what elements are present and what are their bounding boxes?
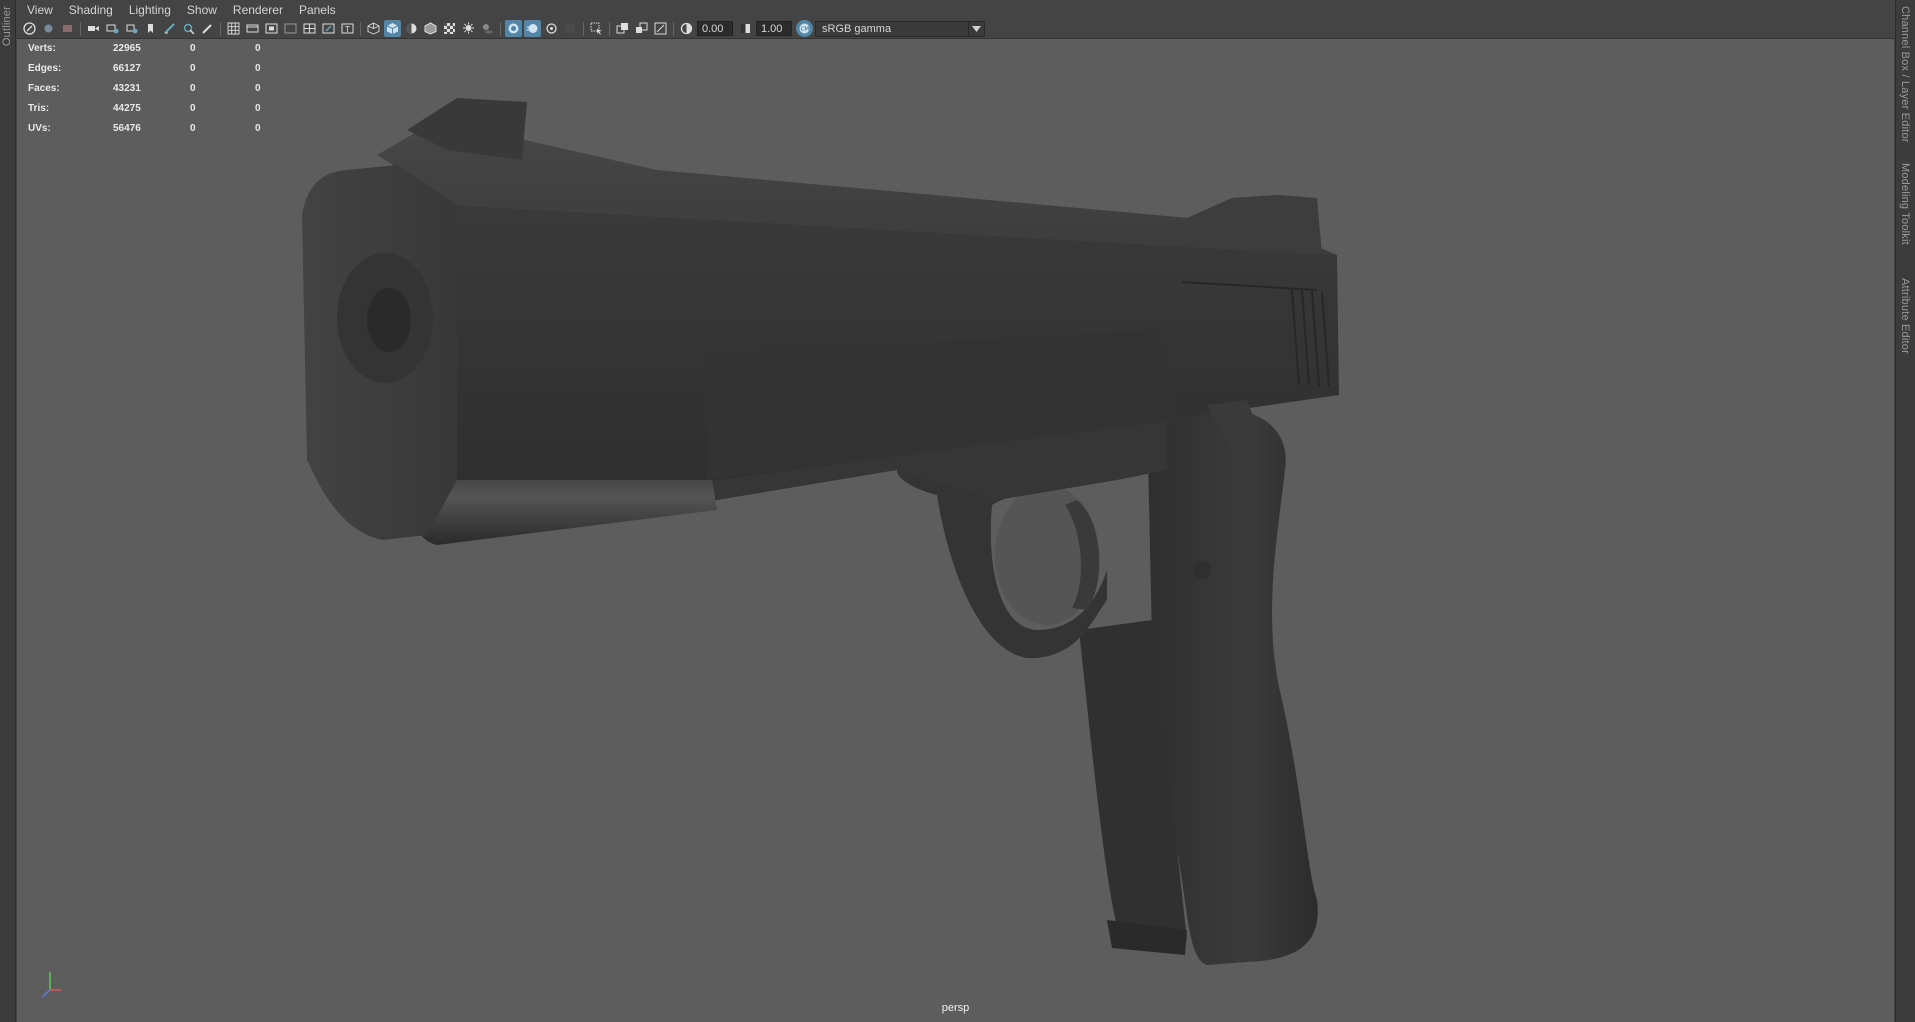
xray-icon[interactable]: [614, 20, 631, 37]
color-management-dropdown[interactable]: sRGB gamma: [815, 20, 985, 37]
shadows-icon[interactable]: [479, 20, 496, 37]
wireframe-icon[interactable]: [365, 20, 382, 37]
screen-space-ao-icon[interactable]: [505, 20, 522, 37]
xray-active-components-icon[interactable]: [633, 20, 650, 37]
motion-blur-icon[interactable]: [524, 20, 541, 37]
menu-show[interactable]: Show: [187, 3, 217, 17]
channel-box-tab[interactable]: Channel Box / Layer Editor: [1899, 6, 1911, 143]
camera-name-label: persp: [941, 1002, 970, 1014]
all-lights-icon[interactable]: [460, 20, 477, 37]
paint-icon[interactable]: [199, 20, 216, 37]
bookmark-camera-icon[interactable]: [123, 20, 140, 37]
toolbar-separator: [673, 21, 674, 36]
exposure-icon[interactable]: [678, 20, 695, 37]
gamma-icon[interactable]: [737, 20, 754, 37]
attribute-editor-tab[interactable]: Attribute Editor: [1899, 278, 1911, 354]
color-management-value: sRGB gamma: [822, 22, 892, 35]
select-camera-icon[interactable]: [21, 20, 38, 37]
pistol-model[interactable]: [302, 98, 1339, 965]
menu-renderer[interactable]: Renderer: [233, 3, 283, 17]
grease-pencil-icon[interactable]: [161, 20, 178, 37]
camera-attributes-icon[interactable]: [59, 20, 76, 37]
bookmark-icon[interactable]: [142, 20, 159, 37]
muzzle-bore: [367, 288, 411, 352]
field-chart-icon[interactable]: [301, 20, 318, 37]
textured-icon[interactable]: [441, 20, 458, 37]
menu-lighting[interactable]: Lighting: [129, 3, 171, 17]
outliner-tab[interactable]: Outliner: [1, 6, 13, 46]
grid-icon[interactable]: [225, 20, 242, 37]
panel-menubar: View Shading Lighting Show Renderer Pane…: [17, 0, 1894, 19]
takedown-pin: [1193, 561, 1211, 579]
default-material-icon[interactable]: [403, 20, 420, 37]
viewport-panel: View Shading Lighting Show Renderer Pane…: [17, 0, 1894, 1022]
toolbar-separator: [500, 21, 501, 36]
viewport-canvas[interactable]: [17, 40, 1894, 1022]
panel-toolbar: T 0.00 1.00 CM sRGB gamma: [17, 19, 1894, 39]
svg-text:CM: CM: [801, 27, 810, 33]
toolbar-separator: [583, 21, 584, 36]
smooth-shade-icon[interactable]: [384, 20, 401, 37]
toolbar-separator: [609, 21, 610, 36]
menu-shading[interactable]: Shading: [69, 3, 113, 17]
xray-joints-icon[interactable]: [652, 20, 669, 37]
right-panels-collapsed-strip: Channel Box / Layer Editor Modeling Tool…: [1895, 0, 1915, 1022]
maya-window: Outliner View Shading Lighting Show Rend…: [0, 0, 1915, 1022]
isolate-select-icon[interactable]: [588, 20, 605, 37]
modeling-toolkit-tab[interactable]: Modeling Toolkit: [1899, 163, 1911, 245]
gamma-field[interactable]: 1.00: [756, 21, 792, 36]
2d-pan-zoom-icon[interactable]: [180, 20, 197, 37]
view-transform-icon[interactable]: CM: [796, 20, 813, 37]
chevron-down-icon[interactable]: [968, 21, 984, 36]
lock-camera-icon[interactable]: [40, 20, 57, 37]
exposure-field[interactable]: 0.00: [697, 21, 733, 36]
svg-text:T: T: [344, 25, 350, 34]
toolbar-separator: [220, 21, 221, 36]
image-plane-icon[interactable]: [104, 20, 121, 37]
menu-panels[interactable]: Panels: [299, 3, 336, 17]
resolution-gate-icon[interactable]: [263, 20, 280, 37]
shaded-wireframe-icon[interactable]: [422, 20, 439, 37]
multisample-aa-icon[interactable]: [543, 20, 560, 37]
axis-gizmo: [41, 972, 61, 998]
menu-view[interactable]: View: [27, 3, 53, 17]
camera-icon[interactable]: [85, 20, 102, 37]
gate-mask-icon[interactable]: [282, 20, 299, 37]
safe-title-icon[interactable]: T: [339, 20, 356, 37]
film-gate-icon[interactable]: [244, 20, 261, 37]
toolbar-separator: [360, 21, 361, 36]
outliner-collapsed-strip[interactable]: Outliner: [0, 0, 16, 1022]
safe-action-icon[interactable]: [320, 20, 337, 37]
depth-of-field-icon[interactable]: [562, 20, 579, 37]
toolbar-separator: [80, 21, 81, 36]
